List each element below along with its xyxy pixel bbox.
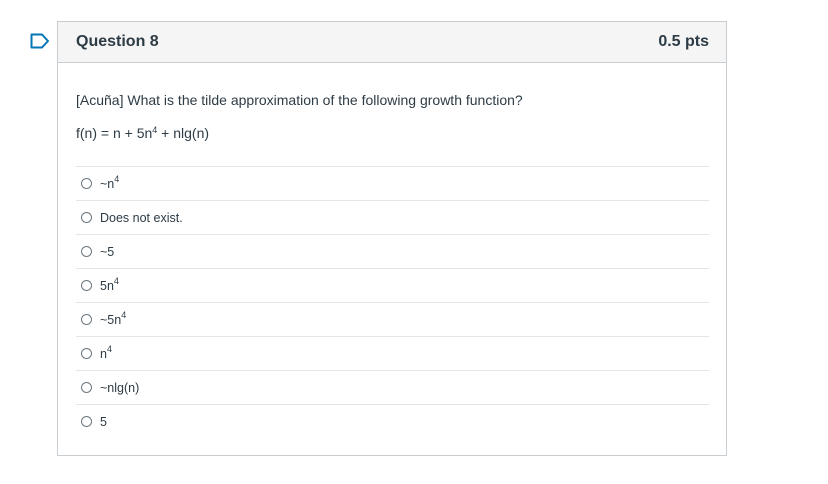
question-body: [Acuña] What is the tilde approximation …: [58, 63, 726, 438]
answer-option[interactable]: 5n4: [76, 269, 709, 303]
answer-base: ~5: [100, 244, 115, 259]
answer-option[interactable]: ~n4: [76, 167, 709, 201]
answer-base: n: [100, 346, 107, 361]
formula-exponent: 4: [152, 125, 158, 135]
flag-icon[interactable]: [30, 33, 50, 49]
question-header: Question 8 0.5 pts: [58, 22, 726, 63]
answer-option[interactable]: ~5: [76, 235, 709, 269]
answer-option[interactable]: ~nlg(n): [76, 371, 709, 405]
question-points: 0.5 pts: [658, 33, 709, 50]
answer-option[interactable]: Does not exist.: [76, 201, 709, 235]
answer-exponent: 4: [114, 173, 120, 184]
question-formula: f(n) = n + 5n4 + nlg(n): [76, 124, 709, 142]
radio-button[interactable]: [81, 416, 92, 427]
question-card: Question 8 0.5 pts [Acuña] What is the t…: [57, 21, 727, 456]
answer-base: 5n: [100, 278, 114, 293]
answer-exponent: 4: [106, 343, 112, 354]
radio-button[interactable]: [81, 314, 92, 325]
answer-label[interactable]: Does not exist.: [100, 211, 183, 225]
answer-option[interactable]: ~5n4: [76, 303, 709, 337]
radio-button[interactable]: [81, 212, 92, 223]
radio-button[interactable]: [81, 382, 92, 393]
answer-base: ~5n: [100, 312, 122, 327]
formula-suffix: + nlg(n): [157, 125, 210, 141]
answer-label[interactable]: ~5: [100, 245, 114, 259]
answer-label[interactable]: n4: [100, 343, 112, 361]
answer-base: ~nlg(n): [100, 380, 140, 395]
radio-button[interactable]: [81, 178, 92, 189]
answer-base: 5: [100, 414, 107, 429]
answer-option[interactable]: 5: [76, 405, 709, 438]
answer-exponent: 4: [113, 275, 119, 286]
answer-option[interactable]: n4: [76, 337, 709, 371]
answer-label[interactable]: 5n4: [100, 275, 119, 293]
answer-exponent: 4: [121, 309, 127, 320]
answer-label[interactable]: ~5n4: [100, 309, 127, 327]
radio-button[interactable]: [81, 348, 92, 359]
formula-prefix: f(n) = n + 5n: [76, 125, 153, 141]
radio-button[interactable]: [81, 280, 92, 291]
answer-label[interactable]: 5: [100, 415, 107, 429]
answer-list: ~n4 Does not exist. ~5 5n4 ~5n4 n4 ~nlg(…: [76, 166, 709, 438]
answer-label[interactable]: ~n4: [100, 173, 120, 191]
quiz-page: Question 8 0.5 pts [Acuña] What is the t…: [0, 0, 828, 484]
question-title: Question 8: [76, 33, 159, 50]
answer-base: ~n: [100, 176, 115, 191]
question-text: [Acuña] What is the tilde approximation …: [76, 92, 523, 108]
answer-label[interactable]: ~nlg(n): [100, 381, 139, 395]
answer-base: Does not exist.: [100, 210, 183, 225]
radio-button[interactable]: [81, 246, 92, 257]
